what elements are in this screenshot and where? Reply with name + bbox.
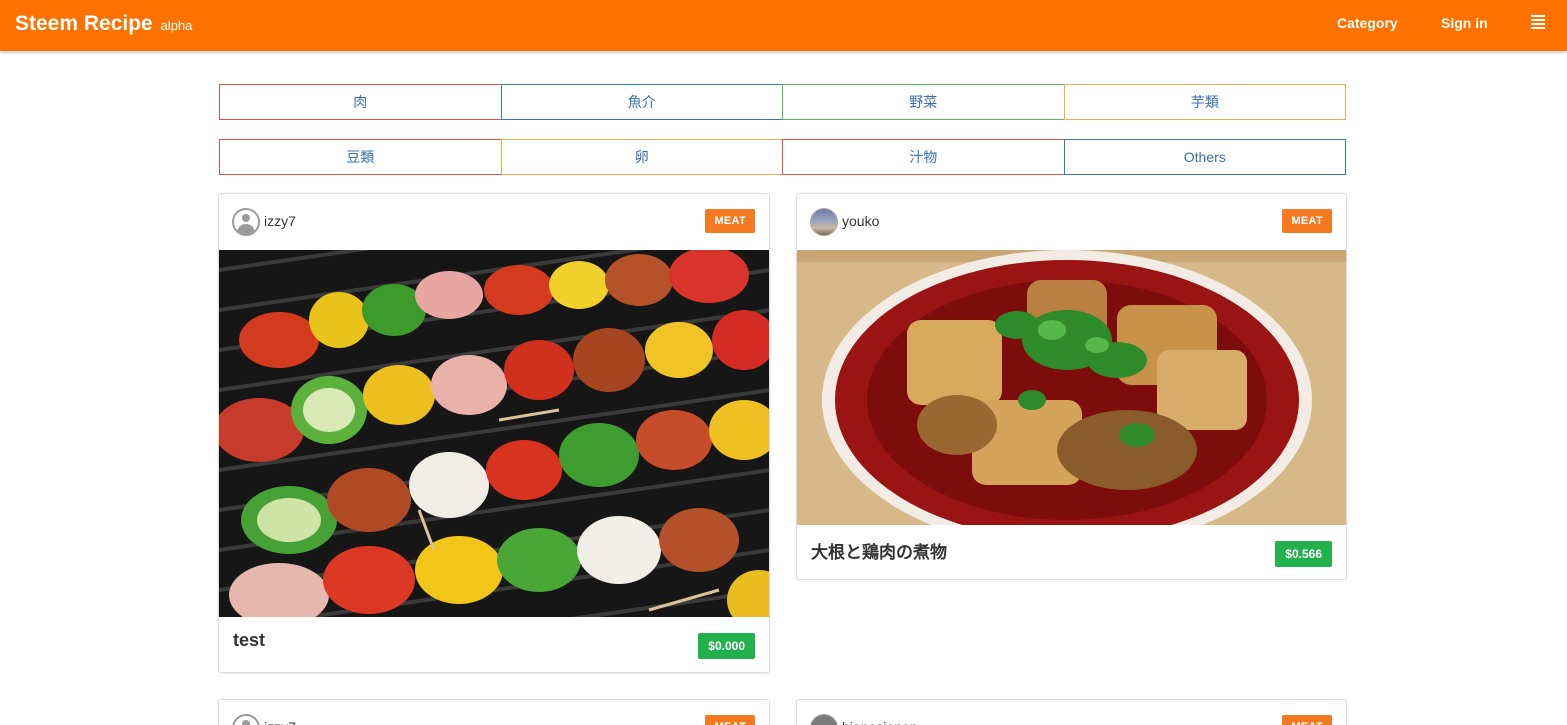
category-badge[interactable]: MEAT (705, 715, 755, 725)
card-header: hiencaionon MEAT (797, 700, 1346, 725)
category-badge[interactable]: MEAT (1282, 715, 1332, 725)
category-badge[interactable]: MEAT (1282, 209, 1332, 233)
recipe-card[interactable]: youko MEAT 大根と鶏肉の煮物 $0.566 (796, 193, 1347, 580)
category-button-vegetables[interactable]: 野菜 (782, 84, 1065, 120)
card-header: youko MEAT (797, 194, 1346, 250)
recipe-image[interactable] (219, 250, 769, 617)
category-button-beans[interactable]: 豆類 (219, 139, 502, 175)
author-name[interactable]: hiencaionon (842, 719, 918, 725)
category-button-egg[interactable]: 卵 (500, 139, 783, 175)
site-brand[interactable]: Steem Recipe alpha (15, 12, 192, 36)
author-name[interactable]: youko (842, 213, 879, 229)
category-button-potatoes[interactable]: 芋類 (1063, 84, 1346, 120)
recipe-card[interactable]: hiencaionon MEAT (796, 699, 1347, 725)
card-header: izzy7 MEAT (219, 700, 769, 725)
nav-signin-link[interactable]: Sign in (1441, 15, 1488, 31)
avatar[interactable] (810, 714, 838, 725)
category-row-2: 豆類 卵 汁物 Others (219, 139, 1346, 175)
recipe-title[interactable]: 大根と鶏肉の煮物 (811, 538, 947, 563)
author-name[interactable]: izzy7 (264, 213, 296, 229)
top-navbar: Steem Recipe alpha Category Sign in (0, 0, 1567, 51)
brand-title[interactable]: Steem Recipe (15, 12, 153, 35)
recipe-card[interactable]: izzy7 MEAT (218, 699, 770, 725)
avatar[interactable] (232, 208, 260, 236)
category-badge[interactable]: MEAT (705, 209, 755, 233)
recipe-image[interactable] (797, 250, 1346, 525)
recipe-title[interactable]: test (233, 630, 265, 651)
category-row-1: 肉 魚介 野菜 芋類 (219, 84, 1346, 120)
avatar[interactable] (232, 714, 260, 725)
category-button-seafood[interactable]: 魚介 (500, 84, 783, 120)
skewers-image (219, 250, 769, 617)
recipe-card[interactable]: izzy7 MEAT (218, 193, 770, 673)
payout-badge: $0.566 (1275, 541, 1332, 567)
card-header: izzy7 MEAT (219, 194, 769, 250)
brand-subtitle: alpha (160, 18, 193, 33)
author-name[interactable]: izzy7 (264, 719, 296, 725)
nimono-image (797, 250, 1346, 525)
hamburger-menu-icon[interactable] (1531, 15, 1545, 29)
payout-badge: $0.000 (698, 633, 755, 659)
category-button-meat[interactable]: 肉 (219, 84, 502, 120)
category-button-others[interactable]: Others (1063, 139, 1346, 175)
nav-category-link[interactable]: Category (1337, 15, 1398, 31)
avatar[interactable] (810, 208, 838, 236)
category-button-soup[interactable]: 汁物 (782, 139, 1065, 175)
